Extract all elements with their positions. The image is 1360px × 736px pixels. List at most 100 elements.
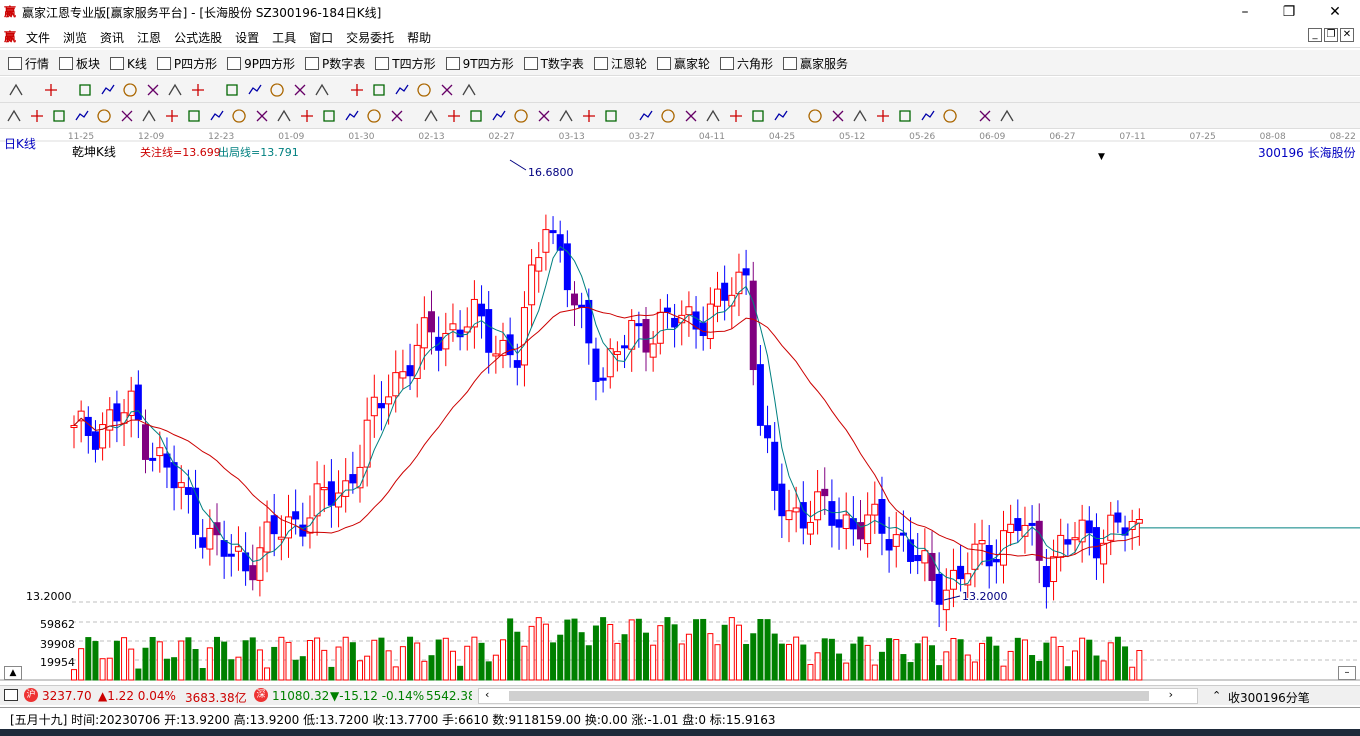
tool-icon[interactable] (852, 108, 868, 124)
tool-icon[interactable] (999, 108, 1015, 124)
tool-icon[interactable] (920, 108, 936, 124)
tool-icon[interactable] (145, 82, 161, 98)
scroll-right-icon[interactable]: › (1169, 688, 1173, 701)
tool-icon[interactable] (423, 108, 439, 124)
mdi-minimize-button[interactable]: _ (1308, 28, 1322, 42)
tool-icon[interactable] (119, 108, 135, 124)
menu-item[interactable]: 设置 (235, 29, 259, 46)
kline-chart[interactable]: 11-25 12-09 12-23 01-09 01-30 02-13 02-27 03-13… (0, 129, 1360, 685)
tool-icon[interactable] (977, 108, 993, 124)
tool-icon[interactable] (77, 82, 93, 98)
tool-icon[interactable] (254, 108, 270, 124)
period-label[interactable]: 日K线 (4, 135, 36, 152)
menu-item[interactable]: 江恩 (137, 29, 161, 46)
mdi-close-button[interactable]: ✕ (1340, 28, 1354, 42)
tool-icon[interactable] (389, 108, 405, 124)
toolbar-item[interactable]: 赢家服务 (782, 55, 848, 72)
tool-icon[interactable] (96, 108, 112, 124)
tool-icon[interactable] (43, 82, 59, 98)
menu-item[interactable]: 交易委托 (346, 29, 394, 46)
toolbar-item[interactable]: 赢家轮 (656, 55, 710, 72)
tool-icon[interactable] (186, 108, 202, 124)
tool-icon[interactable] (209, 108, 225, 124)
tool-icon[interactable] (830, 108, 846, 124)
tool-icon[interactable] (603, 108, 619, 124)
grid-icon[interactable] (4, 689, 18, 701)
menu-item[interactable]: 帮助 (407, 29, 431, 46)
tool-icon[interactable] (8, 82, 24, 98)
tool-icon[interactable] (750, 108, 766, 124)
toolbar-item[interactable]: T数字表 (523, 55, 584, 72)
tool-icon[interactable] (167, 82, 183, 98)
menu-item[interactable]: 资讯 (100, 29, 124, 46)
tool-icon[interactable] (468, 108, 484, 124)
tool-icon[interactable] (773, 108, 789, 124)
tool-icon[interactable] (190, 82, 206, 98)
menu-item[interactable]: 窗口 (309, 29, 333, 46)
toolbar-item[interactable]: T四方形 (375, 55, 436, 72)
toolbar-item[interactable]: 板块 (59, 55, 100, 72)
tool-icon[interactable] (446, 108, 462, 124)
tool-icon[interactable] (683, 108, 699, 124)
menu-item[interactable]: 工具 (272, 29, 296, 46)
minimize-button[interactable]: – (1230, 2, 1260, 22)
tool-icon[interactable] (349, 82, 365, 98)
dropdown-arrow-icon[interactable]: ▼ (1098, 152, 1105, 162)
toolbar-item[interactable]: K线 (110, 55, 147, 72)
tool-icon[interactable] (231, 108, 247, 124)
tool-icon[interactable] (100, 82, 116, 98)
toolbar-item[interactable]: P数字表 (305, 55, 365, 72)
tick-data-label[interactable]: 收300196分笔 (1228, 689, 1310, 706)
tool-icon[interactable] (439, 82, 455, 98)
tool-icon[interactable] (366, 108, 382, 124)
tool-icon[interactable] (536, 108, 552, 124)
tool-icon[interactable] (122, 82, 138, 98)
tool-icon[interactable] (491, 108, 507, 124)
scroll-thumb[interactable] (509, 691, 1149, 701)
tool-icon[interactable] (299, 108, 315, 124)
menu-item[interactable]: 浏览 (63, 29, 87, 46)
tool-icon[interactable] (558, 108, 574, 124)
restore-button[interactable]: ❐ (1274, 2, 1304, 22)
toolbar-item[interactable]: 江恩轮 (593, 55, 647, 72)
tool-icon[interactable] (6, 108, 22, 124)
tool-icon[interactable] (581, 108, 597, 124)
toolbar-item[interactable]: 9P四方形 (227, 55, 295, 72)
close-button[interactable]: ✕ (1320, 2, 1350, 22)
toolbar-item[interactable]: P四方形 (156, 55, 217, 72)
toolbar-item[interactable]: 六角形 (719, 55, 773, 72)
up-arrow-icon[interactable]: ⌃ (1212, 689, 1221, 702)
tool-icon[interactable] (51, 108, 67, 124)
tool-icon[interactable] (292, 82, 308, 98)
scroll-left-icon[interactable]: ‹ (485, 688, 489, 701)
tool-icon[interactable] (875, 108, 891, 124)
tool-icon[interactable] (394, 82, 410, 98)
tool-icon[interactable] (416, 82, 432, 98)
toolbar-item[interactable]: 9T四方形 (445, 55, 514, 72)
tool-icon[interactable] (314, 82, 330, 98)
mdi-restore-button[interactable]: ❐ (1324, 28, 1338, 42)
tool-icon[interactable] (269, 82, 285, 98)
tool-icon[interactable] (638, 108, 654, 124)
tool-icon[interactable] (321, 108, 337, 124)
tool-icon[interactable] (660, 108, 676, 124)
tool-icon[interactable] (897, 108, 913, 124)
tool-icon[interactable] (247, 82, 263, 98)
tool-icon[interactable] (942, 108, 958, 124)
tool-icon[interactable] (371, 82, 387, 98)
collapse-button[interactable]: – (1338, 666, 1356, 680)
menu-item[interactable]: 公式选股 (174, 29, 222, 46)
tool-icon[interactable] (513, 108, 529, 124)
expand-up-button[interactable]: ▲ (4, 666, 22, 680)
tool-icon[interactable] (344, 108, 360, 124)
tool-icon[interactable] (141, 108, 157, 124)
tool-icon[interactable] (461, 82, 477, 98)
toolbar-item[interactable]: 行情 (8, 55, 49, 72)
chart-scrollbar[interactable]: ‹ › (478, 688, 1198, 704)
menu-item[interactable]: 文件 (26, 29, 50, 46)
tool-icon[interactable] (728, 108, 744, 124)
tool-icon[interactable] (29, 108, 45, 124)
tool-icon[interactable] (276, 108, 292, 124)
tool-icon[interactable] (164, 108, 180, 124)
tool-icon[interactable] (224, 82, 240, 98)
